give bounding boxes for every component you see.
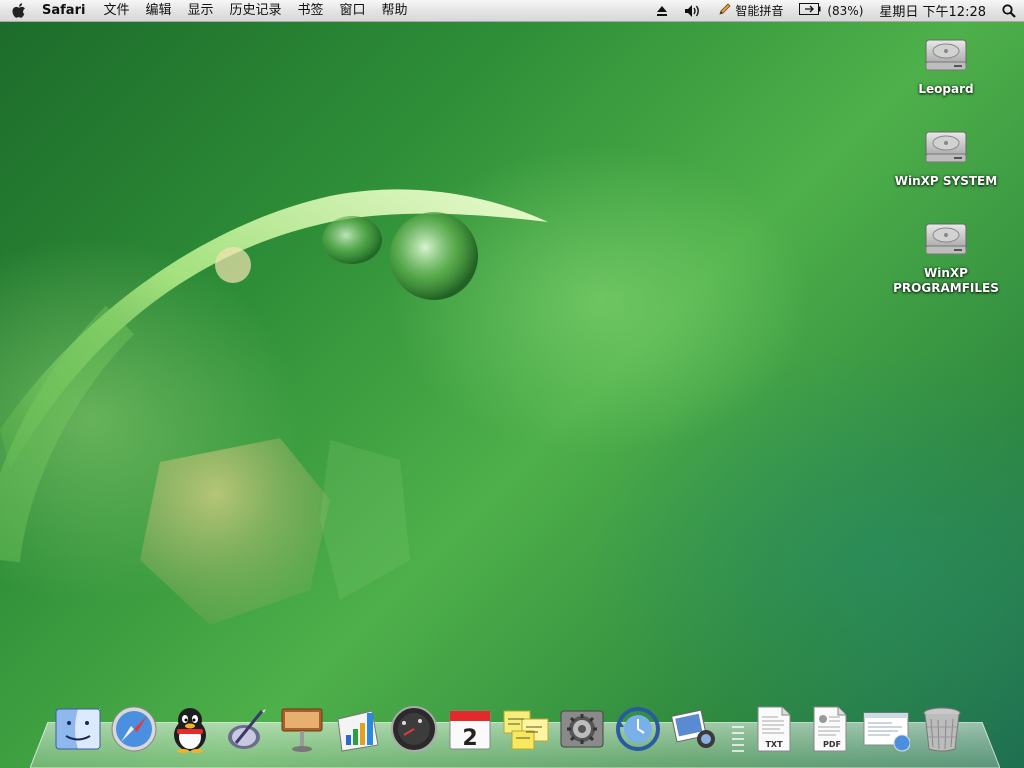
hard-drive-icon (922, 122, 970, 170)
menu-edit[interactable]: 编辑 (137, 0, 179, 22)
desktop-icon-leopard[interactable]: Leopard (891, 30, 1001, 97)
menu-clock[interactable]: 星期日 下午12:28 (871, 0, 994, 22)
dock-system-preferences[interactable] (558, 702, 606, 756)
dock-trash[interactable] (918, 702, 966, 756)
menu-app-name[interactable]: Safari (38, 3, 95, 18)
desktop-icon-winxp-system[interactable]: WinXP SYSTEM (891, 122, 1001, 189)
time-machine-icon (616, 707, 660, 751)
battery-menu[interactable]: (83%) (791, 0, 871, 22)
web-document-icon (863, 712, 910, 752)
menu-extras: 智能拼音 (83%) 星期日 下午12:28 (648, 0, 1024, 22)
battery-icon (799, 3, 821, 18)
gear-icon (560, 710, 604, 748)
mail-icon (228, 709, 266, 749)
pencil-icon (718, 2, 732, 19)
dock-numbers[interactable] (334, 702, 382, 756)
finder-icon (55, 708, 101, 750)
dock-web-document[interactable] (862, 702, 910, 756)
trash-icon (923, 707, 961, 752)
spotlight-search-icon[interactable] (994, 3, 1024, 18)
hard-drive-icon (922, 30, 970, 78)
pdf-document-icon: PDF (813, 706, 847, 752)
dock: 2 TXT PDF (54, 696, 974, 756)
calendar-day: 2 (462, 726, 477, 751)
desktop-icon-winxp-programfiles[interactable]: WinXP PROGRAMFILES (891, 214, 1001, 296)
dock-dashboard[interactable] (390, 702, 438, 756)
dock-pdf-document[interactable]: PDF (806, 702, 854, 756)
volume-icon[interactable] (676, 0, 710, 22)
dashboard-gauge-icon (391, 706, 437, 752)
document-type-badge: TXT (765, 740, 783, 749)
dock-mail[interactable] (222, 702, 270, 756)
hard-drive-icon (922, 214, 970, 262)
menu-history[interactable]: 历史记录 (221, 0, 289, 22)
chart-icon (337, 710, 379, 752)
desktop-icon-label: WinXP SYSTEM (894, 174, 998, 188)
dock-txt-document[interactable]: TXT (750, 702, 798, 756)
text-document-icon: TXT (757, 706, 791, 752)
menu-file[interactable]: 文件 (95, 0, 137, 22)
menu-bookmarks[interactable]: 书签 (290, 0, 332, 22)
stickies-icon (503, 710, 549, 750)
photo-icon (671, 709, 715, 748)
dock-keynote[interactable] (278, 702, 326, 756)
menu-window[interactable]: 窗口 (332, 0, 374, 22)
dock-finder[interactable] (54, 702, 102, 756)
dock-time-machine[interactable] (614, 702, 662, 756)
desktop-icon-label: WinXP PROGRAMFILES (893, 266, 999, 295)
dock-iphoto[interactable] (670, 702, 718, 756)
apple-menu-icon[interactable] (0, 0, 38, 22)
penguin-icon (174, 708, 206, 753)
dock-separator (726, 700, 750, 756)
desktop-icon-label: Leopard (918, 82, 974, 96)
keynote-podium-icon (281, 708, 323, 752)
dock-ical[interactable]: 2 (446, 702, 494, 756)
battery-percentage: (83%) (827, 3, 864, 18)
menu-help[interactable]: 帮助 (374, 0, 416, 22)
dock-safari[interactable] (110, 702, 158, 756)
desktop-wallpaper (0, 189, 548, 625)
dock-qq[interactable] (166, 702, 214, 756)
dock-stickies[interactable] (502, 702, 550, 756)
menu-bar: Safari 文件 编辑 显示 历史记录 书签 窗口 帮助 智能拼音 (83%)… (0, 0, 1024, 22)
input-method-menu[interactable]: 智能拼音 (710, 0, 791, 22)
eject-icon[interactable] (648, 0, 676, 22)
document-type-badge: PDF (823, 740, 841, 749)
menu-view[interactable]: 显示 (179, 0, 221, 22)
calendar-icon: 2 (449, 710, 491, 751)
input-method-label: 智能拼音 (735, 4, 784, 18)
safari-compass-icon (111, 706, 157, 752)
